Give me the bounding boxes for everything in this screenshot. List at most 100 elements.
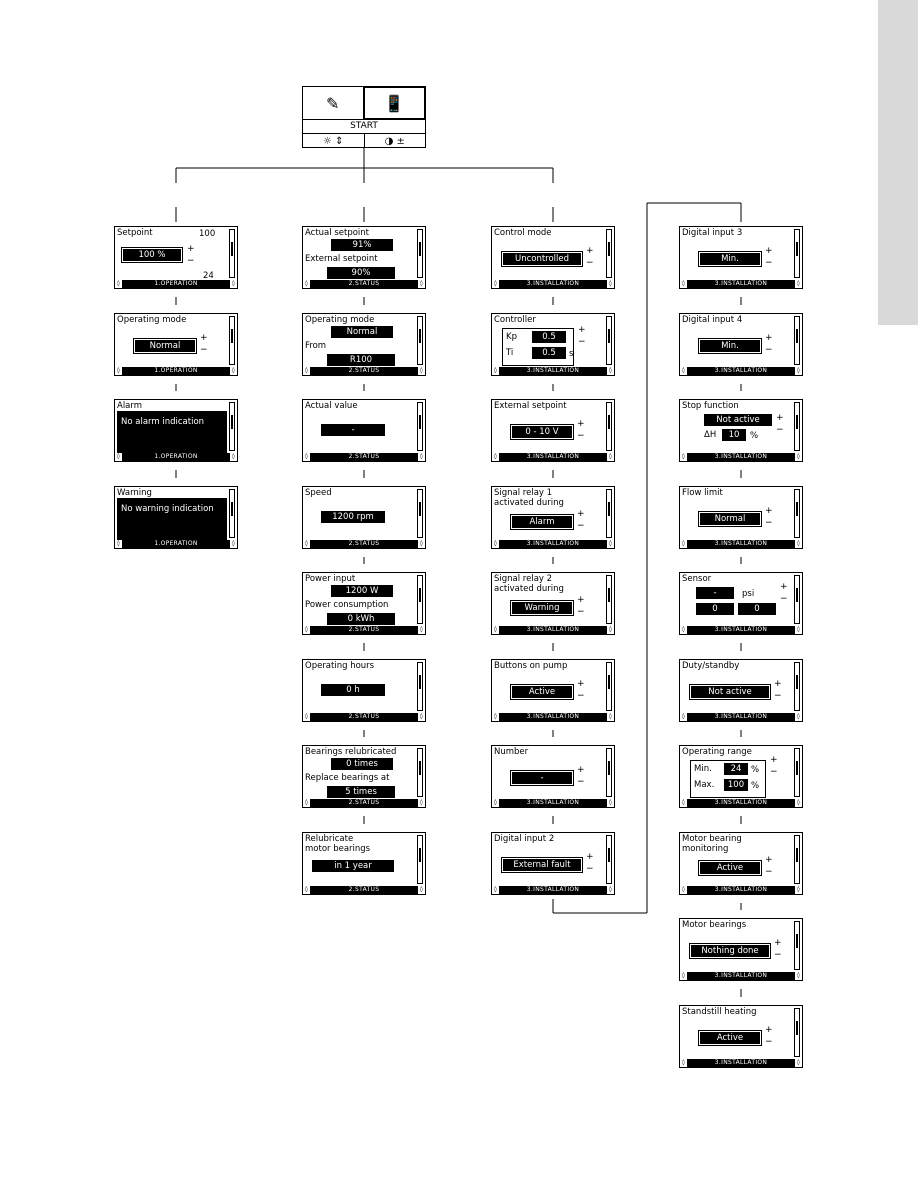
nav-left-icon[interactable]: ◊ bbox=[303, 626, 310, 634]
scrollbar[interactable] bbox=[229, 316, 235, 365]
minus-icon[interactable]: − bbox=[187, 257, 195, 266]
nav-left-icon[interactable]: ◊ bbox=[303, 886, 310, 894]
minus-icon[interactable]: − bbox=[586, 865, 594, 874]
plus-icon[interactable]: + bbox=[577, 510, 585, 519]
value-box[interactable]: Normal bbox=[133, 338, 197, 354]
nav-left-icon[interactable]: ◊ bbox=[492, 367, 499, 375]
minus-icon[interactable]: − bbox=[765, 519, 773, 528]
scrollbar[interactable] bbox=[606, 575, 612, 624]
nav-left-icon[interactable]: ◊ bbox=[492, 540, 499, 548]
value-box[interactable]: Active bbox=[698, 1030, 762, 1046]
nav-right-icon[interactable]: ◊ bbox=[607, 540, 614, 548]
nav-left-icon[interactable]: ◊ bbox=[680, 280, 687, 288]
value[interactable]: in 1 year bbox=[312, 860, 394, 872]
plus-icon[interactable]: + bbox=[586, 247, 594, 256]
remote-control-icon[interactable]: 📱 bbox=[362, 86, 426, 120]
screen-sensor[interactable]: Sensor ◊ 3.INSTALLATION ◊ - psi 0 0 + − bbox=[679, 572, 803, 635]
scrollbar[interactable] bbox=[794, 748, 800, 797]
plus-icon[interactable]: + bbox=[577, 680, 585, 689]
screen-bearings-relubricated[interactable]: Bearings relubricated ◊ 2.STATUS ◊ 0 times Re… bbox=[302, 745, 426, 808]
scrollbar[interactable] bbox=[417, 229, 423, 278]
nav-right-icon[interactable]: ◊ bbox=[795, 453, 802, 461]
nav-left-icon[interactable]: ◊ bbox=[115, 453, 122, 461]
screen-control-mode[interactable]: Control mode ◊ 3.INSTALLATION ◊ Uncontrolled… bbox=[491, 226, 615, 289]
nav-left-icon[interactable]: ◊ bbox=[680, 453, 687, 461]
plus-icon[interactable]: + bbox=[765, 247, 773, 256]
screen-warning[interactable]: Warning ◊ 1.OPERATION ◊ No warning indicatio… bbox=[114, 486, 238, 549]
screen-operating-mode[interactable]: Operating mode ◊ 1.OPERATION ◊ Normal + − bbox=[114, 313, 238, 376]
nav-right-icon[interactable]: ◊ bbox=[795, 540, 802, 548]
value-box[interactable]: Nothing done bbox=[689, 943, 771, 959]
screen-motor-bearing[interactable]: Motor bearing monitoring ◊ 3.INSTALLATION ◊ A… bbox=[679, 832, 803, 895]
plus-icon[interactable]: + bbox=[780, 583, 788, 592]
delta-h-value[interactable]: 10 bbox=[722, 429, 746, 441]
scrollbar[interactable] bbox=[417, 402, 423, 451]
scrollbar[interactable] bbox=[606, 489, 612, 538]
minus-icon[interactable]: − bbox=[578, 338, 586, 347]
screen-signal-relay-2[interactable]: Signal relay 2 activated during ◊ 3.INSTALL… bbox=[491, 572, 615, 635]
nav-left-icon[interactable]: ◊ bbox=[115, 540, 122, 548]
minus-icon[interactable]: − bbox=[776, 426, 784, 435]
minus-icon[interactable]: − bbox=[765, 259, 773, 268]
scrollbar[interactable] bbox=[606, 229, 612, 278]
nav-right-icon[interactable]: ◊ bbox=[230, 453, 237, 461]
plus-icon[interactable]: + bbox=[765, 507, 773, 516]
value-box[interactable]: Warning bbox=[510, 600, 574, 616]
nav-right-icon[interactable]: ◊ bbox=[795, 626, 802, 634]
screen-alarm[interactable]: Alarm ◊ 1.OPERATION ◊ No alarm indication bbox=[114, 399, 238, 462]
value[interactable]: 1200 rpm bbox=[321, 511, 385, 523]
nav-left-icon[interactable]: ◊ bbox=[680, 367, 687, 375]
nav-left-icon[interactable]: ◊ bbox=[680, 1059, 687, 1067]
scrollbar[interactable] bbox=[794, 402, 800, 451]
nav-left-icon[interactable]: ◊ bbox=[303, 367, 310, 375]
nav-right-icon[interactable]: ◊ bbox=[230, 367, 237, 375]
scrollbar[interactable] bbox=[417, 316, 423, 365]
nav-right-icon[interactable]: ◊ bbox=[795, 1059, 802, 1067]
plus-icon[interactable]: + bbox=[586, 853, 594, 862]
nav-left-icon[interactable]: ◊ bbox=[492, 453, 499, 461]
scrollbar[interactable] bbox=[794, 662, 800, 711]
scrollbar[interactable] bbox=[794, 229, 800, 278]
plus-icon[interactable]: + bbox=[577, 596, 585, 605]
screen-flow-limit[interactable]: Flow limit ◊ 3.INSTALLATION ◊ Normal + − bbox=[679, 486, 803, 549]
scrollbar[interactable] bbox=[794, 835, 800, 884]
screen-relubricate[interactable]: Relubricate motor bearings ◊ 2.STATUS ◊ in 1 … bbox=[302, 832, 426, 895]
nav-left-icon[interactable]: ◊ bbox=[303, 540, 310, 548]
nav-right-icon[interactable]: ◊ bbox=[607, 626, 614, 634]
nav-right-icon[interactable]: ◊ bbox=[230, 280, 237, 288]
nav-left-icon[interactable]: ◊ bbox=[680, 886, 687, 894]
value[interactable]: - bbox=[321, 424, 385, 436]
nav-left-icon[interactable]: ◊ bbox=[492, 626, 499, 634]
minus-icon[interactable]: − bbox=[586, 259, 594, 268]
value-box[interactable]: Alarm bbox=[510, 514, 574, 530]
minus-icon[interactable]: − bbox=[577, 432, 585, 441]
screen-speed[interactable]: Speed ◊ 2.STATUS ◊ 1200 rpm bbox=[302, 486, 426, 549]
nav-right-icon[interactable]: ◊ bbox=[795, 280, 802, 288]
minus-icon[interactable]: − bbox=[765, 346, 773, 355]
nav-left-icon[interactable]: ◊ bbox=[680, 799, 687, 807]
screen-number[interactable]: Number ◊ 3.INSTALLATION ◊ - + − bbox=[491, 745, 615, 808]
nav-right-icon[interactable]: ◊ bbox=[607, 886, 614, 894]
nav-right-icon[interactable]: ◊ bbox=[418, 540, 425, 548]
range-max-value[interactable]: 100 bbox=[724, 779, 748, 791]
nav-right-icon[interactable]: ◊ bbox=[795, 367, 802, 375]
value-box[interactable]: Active bbox=[510, 684, 574, 700]
minus-icon[interactable]: − bbox=[577, 608, 585, 617]
nav-right-icon[interactable]: ◊ bbox=[607, 280, 614, 288]
screen-operating-hours[interactable]: Operating hours ◊ 2.STATUS ◊ 0 h bbox=[302, 659, 426, 722]
screen-motor-bearings[interactable]: Motor bearings ◊ 3.INSTALLATION ◊ Nothing do… bbox=[679, 918, 803, 981]
nav-left-icon[interactable]: ◊ bbox=[303, 713, 310, 721]
plus-icon[interactable]: + bbox=[765, 1026, 773, 1035]
plus-icon[interactable]: + bbox=[765, 334, 773, 343]
plus-icon[interactable]: + bbox=[774, 680, 782, 689]
brightness-icon[interactable]: ☼ ⇕ bbox=[303, 134, 365, 148]
contrast-icon[interactable]: ◑ ± bbox=[365, 134, 426, 148]
primary-value[interactable]: 1200 W bbox=[331, 585, 393, 597]
screen-signal-relay-1[interactable]: Signal relay 1 activated during ◊ 3.INSTALL… bbox=[491, 486, 615, 549]
minus-icon[interactable]: − bbox=[577, 692, 585, 701]
value-box[interactable]: - bbox=[510, 770, 574, 786]
stop-function-value[interactable]: Not active bbox=[704, 414, 772, 426]
value-box[interactable]: Active bbox=[698, 860, 762, 876]
minus-icon[interactable]: − bbox=[774, 692, 782, 701]
nav-left-icon[interactable]: ◊ bbox=[680, 626, 687, 634]
